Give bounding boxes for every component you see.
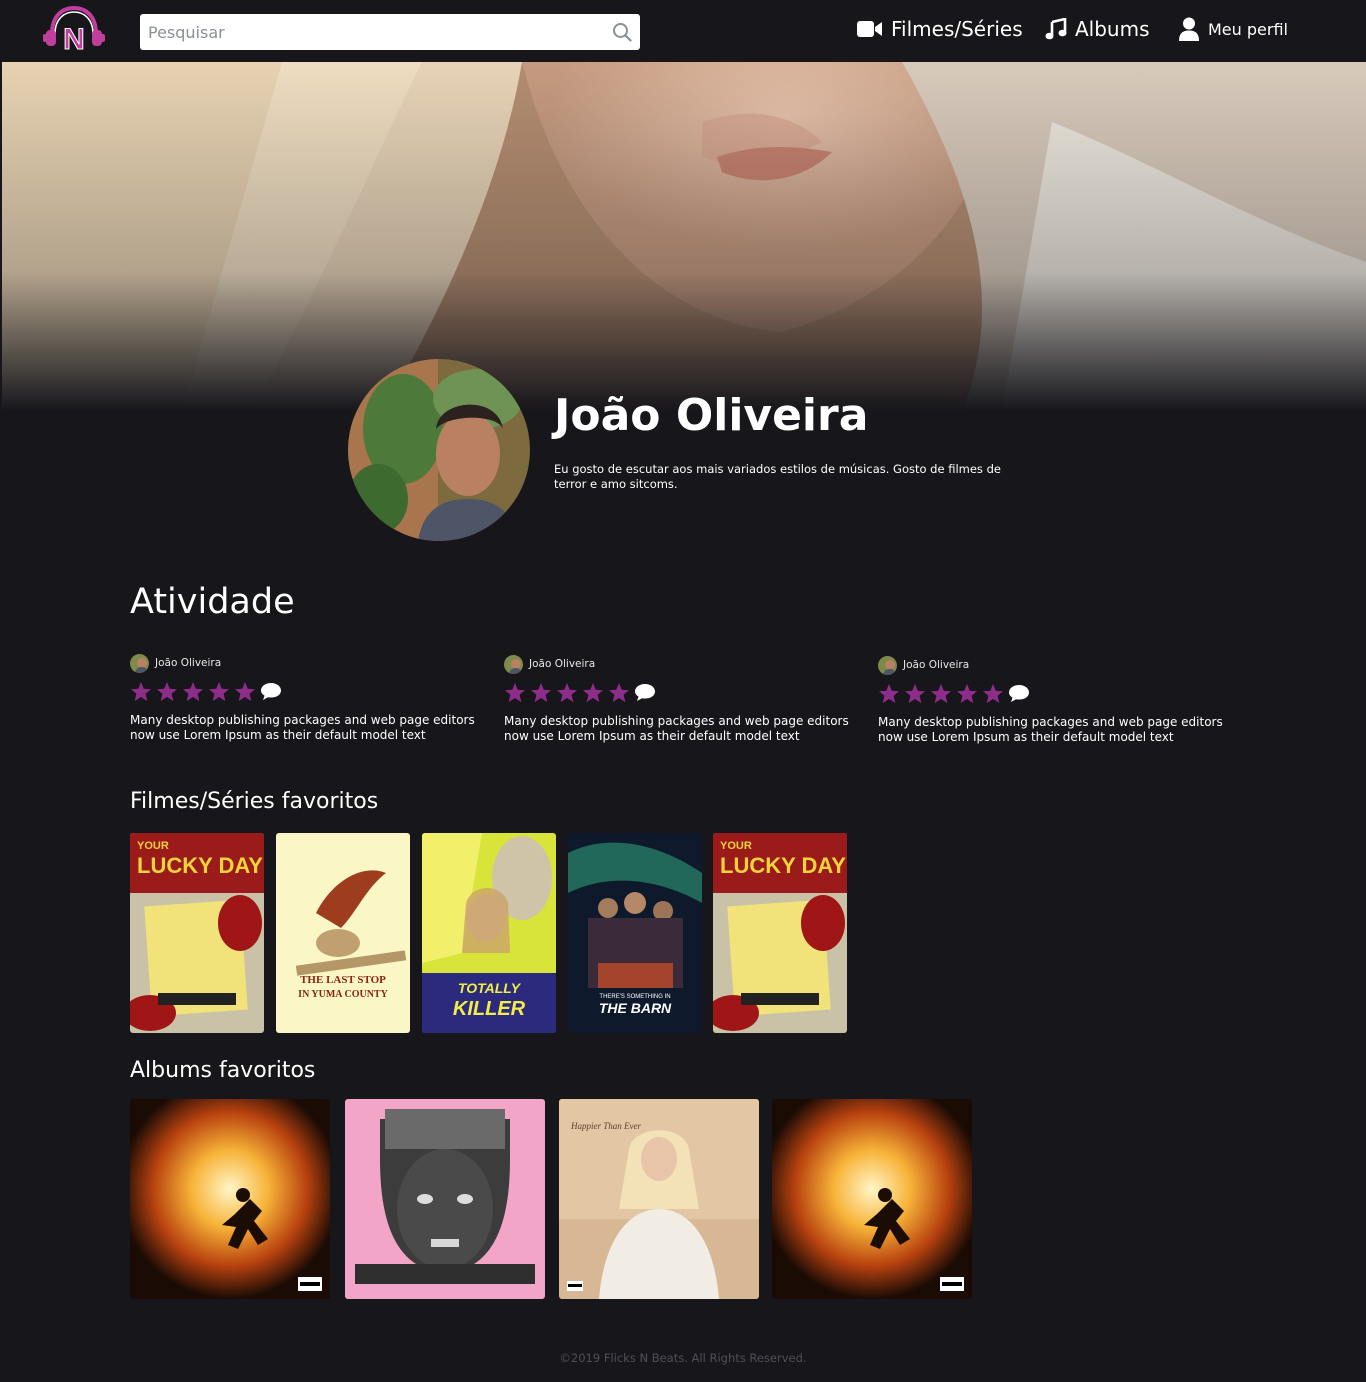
album-image: Happier Than Ever bbox=[559, 1099, 759, 1299]
activity-card: João Oliveira Many desktop publishing pa… bbox=[878, 655, 1238, 745]
star-icon bbox=[530, 682, 552, 702]
album-image bbox=[130, 1099, 330, 1299]
film-poster[interactable]: YOUR LUCKY DAY bbox=[713, 833, 847, 1033]
svg-text:YOUR: YOUR bbox=[720, 840, 752, 852]
profile-photo bbox=[348, 359, 530, 541]
poster-image: TOTALLY KILLER bbox=[422, 833, 556, 1033]
music-note-icon bbox=[1045, 18, 1067, 40]
album-image bbox=[772, 1099, 972, 1299]
star-icon bbox=[556, 682, 578, 702]
search-icon[interactable] bbox=[612, 22, 632, 42]
star-icon bbox=[156, 681, 178, 701]
nav-albums[interactable]: Albums bbox=[1045, 17, 1150, 41]
svg-text:YOUR: YOUR bbox=[137, 840, 169, 852]
star-icon bbox=[930, 683, 952, 703]
star-icon bbox=[208, 681, 230, 701]
activity-review-text: Many desktop publishing packages and web… bbox=[504, 714, 849, 743]
album-cover[interactable] bbox=[772, 1099, 972, 1299]
star-icon bbox=[504, 682, 526, 702]
flicks-n-beats-logo[interactable]: N bbox=[42, 4, 106, 57]
cover-photo bbox=[2, 62, 1366, 412]
poster-image: THE LAST STOP IN YUMA COUNTY bbox=[276, 833, 410, 1033]
star-icon bbox=[878, 683, 900, 703]
star-icon bbox=[608, 682, 630, 702]
poster-image: YOUR LUCKY DAY bbox=[130, 833, 264, 1033]
svg-text:LUCKY DAY: LUCKY DAY bbox=[720, 853, 846, 878]
favorite-films-title: Filmes/Séries favoritos bbox=[130, 789, 379, 814]
profile-name: João Oliveira bbox=[554, 390, 869, 441]
svg-text:THE BARN: THE BARN bbox=[599, 1000, 672, 1016]
nav-albums-label: Albums bbox=[1075, 17, 1150, 41]
star-icon bbox=[182, 681, 204, 701]
film-poster[interactable]: THE LAST STOP IN YUMA COUNTY bbox=[276, 833, 410, 1033]
activity-username: João Oliveira bbox=[155, 657, 222, 669]
footer-copyright: ©2019 Flicks N Beats. All Rights Reserve… bbox=[559, 1351, 807, 1365]
star-icon bbox=[234, 681, 256, 701]
rating-stars bbox=[504, 681, 864, 703]
profile-bio: Eu gosto de escutar aos mais variados es… bbox=[554, 462, 1001, 491]
activity-card: João Oliveira Many desktop publishing pa… bbox=[504, 654, 864, 744]
user-avatar bbox=[504, 654, 523, 674]
activity-username: João Oliveira bbox=[903, 659, 970, 671]
search-box bbox=[140, 14, 640, 50]
film-poster[interactable]: TOTALLY KILLER bbox=[422, 833, 556, 1033]
rating-stars bbox=[878, 682, 1238, 704]
activity-review-text: Many desktop publishing packages and web… bbox=[130, 713, 475, 742]
rating-stars bbox=[130, 680, 490, 702]
star-icon bbox=[130, 681, 152, 701]
album-cover[interactable] bbox=[345, 1099, 545, 1299]
svg-text:Happier Than Ever: Happier Than Ever bbox=[570, 1121, 641, 1131]
star-icon bbox=[982, 683, 1004, 703]
activity-username: João Oliveira bbox=[529, 658, 596, 670]
favorite-albums-title: Albums favoritos bbox=[130, 1058, 316, 1083]
profile-avatar bbox=[348, 359, 530, 541]
film-poster[interactable]: YOUR LUCKY DAY bbox=[130, 833, 264, 1033]
user-avatar bbox=[130, 653, 149, 673]
svg-text:THE LAST STOP: THE LAST STOP bbox=[300, 974, 386, 986]
user-icon bbox=[1179, 17, 1199, 41]
user-avatar bbox=[878, 655, 897, 675]
album-cover[interactable]: Happier Than Ever bbox=[559, 1099, 759, 1299]
headphones-logo-icon: N bbox=[43, 5, 105, 57]
svg-text:TOTALLY: TOTALLY bbox=[458, 980, 522, 996]
top-navigation-bar: N Filmes/Séries Albums Meu perfil bbox=[0, 0, 1366, 62]
star-icon bbox=[904, 683, 926, 703]
svg-text:LUCKY DAY: LUCKY DAY bbox=[137, 853, 263, 878]
logo-letter: N bbox=[63, 23, 85, 56]
svg-text:KILLER: KILLER bbox=[453, 998, 526, 1020]
comment-icon[interactable] bbox=[1008, 684, 1030, 703]
video-camera-icon bbox=[857, 21, 882, 37]
nav-my-profile[interactable]: Meu perfil bbox=[1178, 17, 1288, 41]
comment-icon[interactable] bbox=[260, 682, 282, 701]
activity-card: João Oliveira Many desktop publishing pa… bbox=[130, 653, 490, 743]
nav-films-series[interactable]: Filmes/Séries bbox=[857, 17, 1023, 41]
poster-image: THERE'S SOMETHING IN THE BARN bbox=[568, 833, 702, 1033]
comment-icon[interactable] bbox=[634, 683, 656, 702]
search-input[interactable] bbox=[140, 14, 640, 50]
poster-image: YOUR LUCKY DAY bbox=[713, 833, 847, 1033]
nav-profile-label: Meu perfil bbox=[1208, 19, 1288, 39]
profile-cover-image bbox=[2, 62, 1366, 412]
nav-films-label: Filmes/Séries bbox=[891, 17, 1023, 41]
activity-review-text: Many desktop publishing packages and web… bbox=[878, 715, 1223, 744]
album-image bbox=[345, 1099, 545, 1299]
film-poster[interactable]: THERE'S SOMETHING IN THE BARN bbox=[568, 833, 702, 1033]
activity-section-title: Atividade bbox=[130, 582, 295, 622]
activity-user[interactable]: João Oliveira bbox=[878, 655, 1238, 675]
star-icon bbox=[582, 682, 604, 702]
activity-user[interactable]: João Oliveira bbox=[130, 653, 490, 673]
svg-text:IN YUMA COUNTY: IN YUMA COUNTY bbox=[298, 989, 388, 1000]
activity-user[interactable]: João Oliveira bbox=[504, 654, 864, 674]
star-icon bbox=[956, 683, 978, 703]
album-cover[interactable] bbox=[130, 1099, 330, 1299]
